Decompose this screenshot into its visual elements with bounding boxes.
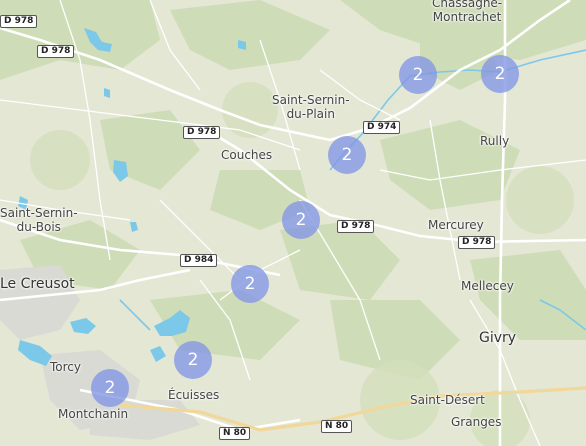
marker-cluster[interactable]: 2 [231, 265, 269, 303]
place-rully: Rully [480, 134, 510, 148]
road-shield-d978: D 978 [0, 15, 38, 28]
road-shield-d978: D 978 [37, 45, 75, 58]
road-shield-d984: D 984 [180, 254, 218, 267]
place-le-creusot: Le Creusot [0, 276, 75, 292]
road-shield-d978: D 978 [183, 126, 221, 139]
place-saint-sernin-bois-line1: Saint-Sernin- [0, 206, 78, 220]
place-saint-sernin-plain-line2: du-Plain [286, 107, 335, 121]
place-saint-sernin-bois-line2: du-Bois [16, 220, 61, 234]
marker-cluster[interactable]: 2 [91, 369, 129, 407]
marker-cluster[interactable]: 2 [399, 56, 437, 94]
place-saint-desert: Saint-Désert [410, 393, 485, 407]
place-mellecey: Mellecey [461, 279, 514, 293]
place-couches: Couches [221, 148, 273, 162]
place-mercurey: Mercurey [428, 218, 484, 232]
marker-cluster[interactable]: 2 [282, 201, 320, 239]
place-chassagne-montrachet: Chassagne- Montrachet [432, 0, 502, 24]
road-shield-d974: D 974 [363, 121, 401, 134]
place-montchanin: Montchanin [58, 407, 129, 421]
marker-cluster[interactable]: 2 [174, 341, 212, 379]
road-shield-n80: N 80 [219, 427, 251, 440]
place-chassagne-line2: Montrachet [432, 10, 502, 24]
place-saint-sernin-du-bois: Saint-Sernin- du-Bois [0, 206, 78, 234]
place-saint-sernin-plain-line1: Saint-Sernin- [272, 93, 350, 107]
map-view[interactable]: Chassagne- Montrachet Saint-Sernin- du-P… [0, 0, 586, 446]
road-shield-d978: D 978 [458, 236, 496, 249]
road-shield-d978: D 978 [337, 220, 375, 233]
marker-cluster[interactable]: 2 [481, 55, 519, 93]
place-saint-sernin-du-plain: Saint-Sernin- du-Plain [272, 93, 350, 121]
marker-cluster[interactable]: 2 [328, 136, 366, 174]
place-givry: Givry [479, 330, 517, 346]
place-granges: Granges [451, 415, 502, 429]
road-shield-n80: N 80 [321, 420, 353, 433]
place-ecuisses: Écuisses [168, 388, 220, 402]
place-torcy: Torcy [50, 360, 82, 374]
place-chassagne-line1: Chassagne- [432, 0, 503, 10]
